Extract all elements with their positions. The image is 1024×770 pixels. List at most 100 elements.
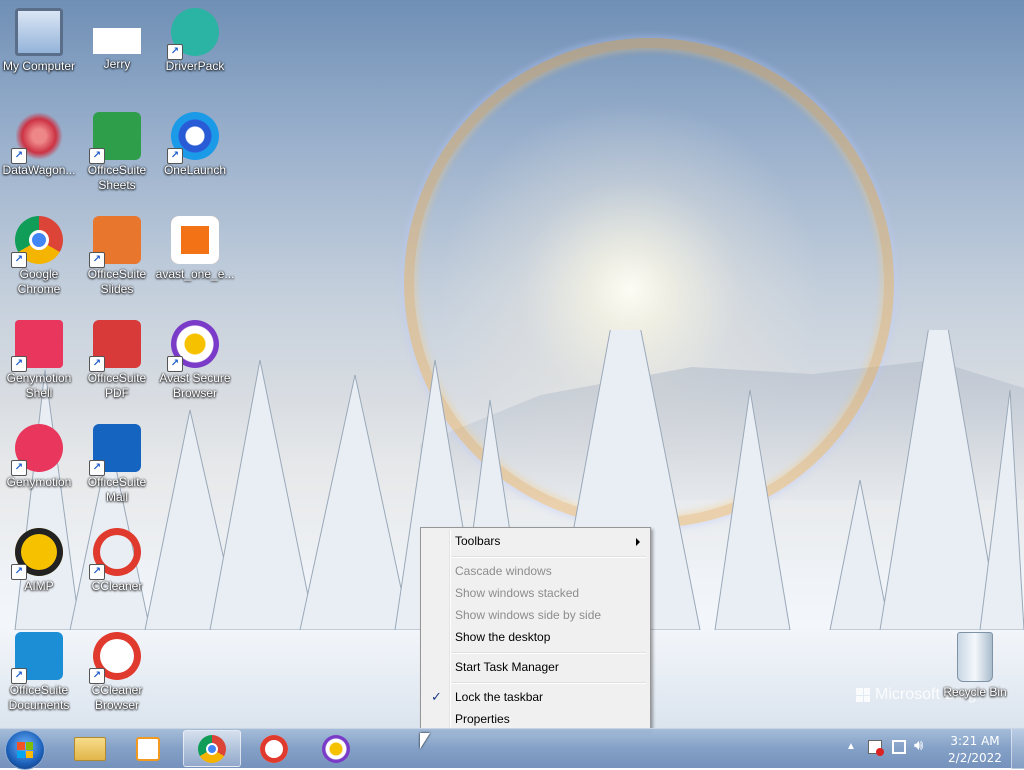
windows-start-icon: [17, 742, 33, 758]
shortcut-arrow-icon: ↗: [89, 668, 105, 684]
taskbar-clock[interactable]: 3:21 AM 2/2/2022: [940, 733, 1010, 767]
menu-item-properties[interactable]: Properties: [423, 708, 648, 730]
folder-icon: [74, 737, 106, 761]
show-desktop-button[interactable]: [1011, 729, 1024, 769]
menu-item-toolbars[interactable]: Toolbars: [423, 530, 648, 552]
network-icon[interactable]: [892, 740, 906, 754]
desktop-icon-ccleaner[interactable]: ↗ CCleaner: [78, 528, 156, 594]
desktop-icon-label: OfficeSuite Slides: [87, 267, 147, 296]
desktop-icon-genymotion-shell[interactable]: ↗ Genymotion Shell: [0, 320, 78, 401]
menu-separator: [451, 652, 646, 654]
clock-time: 3:21 AM: [950, 734, 1000, 748]
ccleaner-browser-icon: ↗: [89, 632, 141, 684]
shortcut-arrow-icon: ↗: [11, 460, 27, 476]
desktop-icon-label: DataWagon...: [2, 163, 76, 177]
onelaunch-icon: ↗: [167, 112, 219, 164]
desktop-icon-label: AIMP: [24, 579, 54, 593]
desktop-icon-driverpack[interactable]: ↗ DriverPack: [156, 8, 234, 74]
desktop-icon-avast-browser[interactable]: ↗ Avast Secure Browser: [156, 320, 234, 401]
officesuite-documents-icon: ↗: [11, 632, 63, 684]
shortcut-arrow-icon: ↗: [89, 564, 105, 580]
officesuite-slides-icon: ↗: [89, 216, 141, 268]
menu-item-lock-the-taskbar[interactable]: ✓ Lock the taskbar: [423, 686, 648, 708]
desktop-icon-label: OfficeSuite Sheets: [87, 163, 147, 192]
aimp-icon: ↗: [11, 528, 63, 580]
taskbar-context-menu: Toolbars Cascade windows Show windows st…: [420, 527, 651, 731]
chrome-icon: [198, 735, 226, 763]
shortcut-arrow-icon: ↗: [167, 356, 183, 372]
desktop-icon-google-chrome[interactable]: ↗ Google Chrome: [0, 216, 78, 297]
menu-item-label: Show the desktop: [455, 630, 551, 644]
mouse-pointer-icon: [420, 733, 430, 749]
datawagon-icon: ↗: [11, 112, 63, 164]
taskbar-avast-secure-browser[interactable]: [308, 730, 366, 767]
taskbar-ccleaner-browser[interactable]: [246, 730, 304, 767]
microsoft-logo-icon: [856, 688, 870, 702]
desktop-icon-label: DriverPack: [165, 59, 225, 73]
desktop-icon-onelaunch[interactable]: ↗ OneLaunch: [156, 112, 234, 178]
desktop-icon-avast-installer[interactable]: avast_one_e...: [156, 216, 234, 282]
menu-item-label: Lock the taskbar: [455, 690, 544, 704]
officesuite-pdf-icon: ↗: [89, 320, 141, 372]
ccleaner-icon: ↗: [89, 528, 141, 580]
recycle-bin-icon: [957, 632, 993, 682]
menu-item-show-windows-stacked[interactable]: Show windows stacked: [423, 582, 648, 604]
shortcut-arrow-icon: ↗: [89, 356, 105, 372]
menu-item-cascade-windows[interactable]: Cascade windows: [423, 560, 648, 582]
avast-installer-icon: [171, 216, 219, 264]
desktop-icon-label: Genymotion: [6, 475, 72, 489]
desktop-icon-label: OfficeSuite Mail: [87, 475, 147, 504]
desktop-icon-label: OfficeSuite Documents: [8, 683, 70, 712]
media-player-icon: [136, 737, 160, 761]
computer-icon: [15, 8, 63, 56]
notification-area: ▲ 🔊︎: [844, 729, 934, 769]
taskbar[interactable]: ▲ 🔊︎ 3:21 AM 2/2/2022: [0, 728, 1024, 770]
desktop-icon-label: Avast Secure Browser: [159, 371, 231, 400]
desktop-icon-datawagon[interactable]: ↗ DataWagon...: [0, 112, 78, 178]
desktop-icon-label: Jerry: [103, 57, 131, 71]
desktop-icon-officesuite-slides[interactable]: ↗ OfficeSuite Slides: [78, 216, 156, 297]
shortcut-arrow-icon: ↗: [11, 148, 27, 164]
volume-icon[interactable]: 🔊︎: [914, 737, 923, 754]
jerry-icon: [93, 28, 141, 54]
avast-browser-icon: ↗: [167, 320, 219, 372]
menu-separator: [451, 682, 646, 684]
shortcut-arrow-icon: ↗: [89, 252, 105, 268]
desktop-icon-label: My Computer: [2, 59, 76, 73]
desktop-icon-officesuite-documents[interactable]: ↗ OfficeSuite Documents: [0, 632, 78, 713]
desktop-icon-my-computer[interactable]: My Computer: [0, 8, 78, 74]
genymotion-icon: ↗: [11, 424, 63, 476]
menu-item-start-task-manager[interactable]: Start Task Manager: [423, 656, 648, 678]
taskbar-media-player[interactable]: [120, 730, 178, 767]
shortcut-arrow-icon: ↗: [11, 356, 27, 372]
desktop-icon-label: avast_one_e...: [155, 267, 235, 281]
menu-item-show-windows-side-by-side[interactable]: Show windows side by side: [423, 604, 648, 626]
shortcut-arrow-icon: ↗: [89, 460, 105, 476]
desktop-icon-jerry[interactable]: Jerry: [78, 8, 156, 72]
desktop-icon-recycle-bin[interactable]: Recycle Bin: [936, 632, 1014, 700]
shortcut-arrow-icon: ↗: [11, 252, 27, 268]
chrome-icon: ↗: [11, 216, 63, 268]
clock-date: 2/2/2022: [948, 751, 1002, 765]
desktop-icon-officesuite-mail[interactable]: ↗ OfficeSuite Mail: [78, 424, 156, 505]
avast-browser-icon: [322, 735, 350, 763]
action-center-flag-icon[interactable]: [868, 740, 884, 756]
taskbar-google-chrome[interactable]: [183, 730, 241, 767]
desktop-icon-officesuite-pdf[interactable]: ↗ OfficeSuite PDF: [78, 320, 156, 401]
desktop-icon-label: OneLaunch: [163, 163, 227, 177]
desktop-icon-ccleaner-browser[interactable]: ↗ CCleaner Browser: [78, 632, 156, 713]
shortcut-arrow-icon: ↗: [167, 44, 183, 60]
start-button[interactable]: [5, 730, 45, 770]
shortcut-arrow-icon: ↗: [89, 148, 105, 164]
show-hidden-icons-chevron[interactable]: ▲: [846, 741, 856, 752]
menu-item-show-the-desktop[interactable]: Show the desktop: [423, 626, 648, 648]
shortcut-arrow-icon: ↗: [167, 148, 183, 164]
desktop-icon-label: Google Chrome: [17, 267, 61, 296]
desktop-icon-label: OfficeSuite PDF: [87, 371, 147, 400]
desktop-icon-officesuite-sheets[interactable]: ↗ OfficeSuite Sheets: [78, 112, 156, 193]
desktop-icon-genymotion[interactable]: ↗ Genymotion: [0, 424, 78, 490]
shortcut-arrow-icon: ↗: [11, 668, 27, 684]
taskbar-file-explorer[interactable]: [60, 730, 118, 767]
desktop-icon-aimp[interactable]: ↗ AIMP: [0, 528, 78, 594]
checkmark-icon: ✓: [431, 689, 442, 704]
